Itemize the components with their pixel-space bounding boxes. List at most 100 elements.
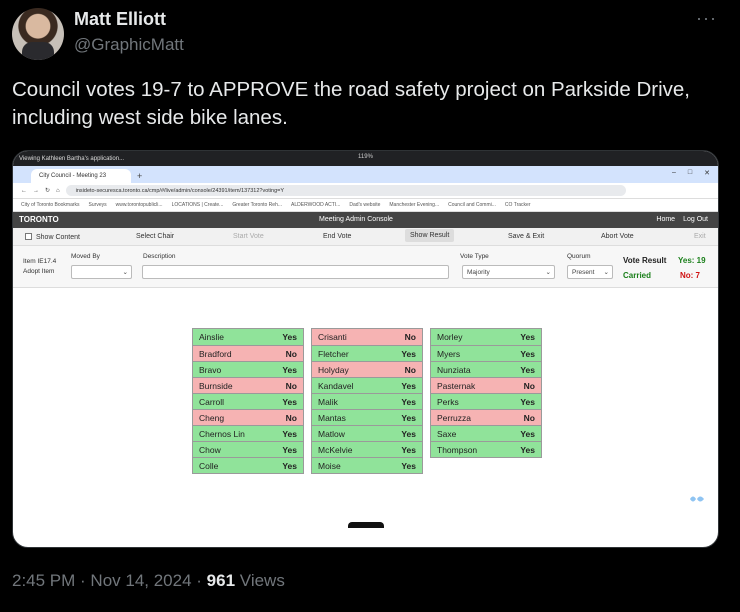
councillor-name: Carroll xyxy=(199,396,225,407)
vote-value: No xyxy=(523,412,535,423)
councillor-name: Bravo xyxy=(199,364,222,375)
vote-value: Yes xyxy=(520,332,535,342)
vote-value: Yes xyxy=(282,444,297,455)
save-exit-button[interactable]: Save & Exit xyxy=(508,233,544,240)
councillor-name: Cheng xyxy=(199,412,225,423)
item-action: Adopt Item xyxy=(23,268,55,275)
vote-value: No xyxy=(285,380,297,391)
start-vote-button[interactable]: Start Vote xyxy=(233,233,264,240)
logout-link[interactable]: Log Out xyxy=(683,216,708,223)
vote-row: Saxe Yes xyxy=(431,425,541,441)
vote-result-label: Vote Result xyxy=(623,256,667,265)
bookmark-item[interactable]: ALDERWOOD ACTI... xyxy=(291,202,340,208)
councillor-name: Fletcher xyxy=(318,348,349,359)
author-name[interactable]: Matt Elliott xyxy=(74,9,166,30)
bookmarks-bar: City of Toronto Bookmarks Surveys www.to… xyxy=(13,199,718,212)
bookmark-item[interactable]: CO Tracker xyxy=(505,202,531,208)
chevron-down-icon: ⌄ xyxy=(603,269,609,276)
bookmark-item[interactable]: Greater Toronto Reh... xyxy=(232,202,282,208)
vote-results-grid: Ainslie Yes Bradford No Bravo Yes Burnside No Ca… xyxy=(13,288,718,528)
councillor-name: Colle xyxy=(199,460,219,471)
vote-type-select[interactable]: Majority ⌄ xyxy=(462,265,555,279)
checkbox-icon[interactable] xyxy=(25,233,32,240)
chevron-down-icon: ⌄ xyxy=(122,269,128,276)
select-chair-button[interactable]: Select Chair xyxy=(136,233,174,240)
vote-row: Bravo Yes xyxy=(193,361,303,377)
councillor-name: Crisanti xyxy=(318,332,347,342)
bookmark-item[interactable]: Surveys xyxy=(89,202,107,208)
vote-value: Yes xyxy=(401,460,416,471)
description-field[interactable] xyxy=(142,265,449,279)
quorum-select[interactable]: Present ⌄ xyxy=(567,265,613,279)
window-controls: – □ ✕ xyxy=(672,169,710,177)
vote-value: Yes xyxy=(282,364,297,375)
vote-value: Yes xyxy=(401,412,416,423)
councillor-name: Mantas xyxy=(318,412,346,423)
vote-row: Burnside No xyxy=(193,377,303,393)
bookmark-item[interactable]: www.torontopublicli... xyxy=(116,202,163,208)
author-handle[interactable]: @GraphicMatt xyxy=(74,35,184,55)
assistant-widget-icon[interactable] xyxy=(689,494,705,504)
yes-count: Yes: 19 xyxy=(678,256,706,265)
vote-value: Yes xyxy=(520,396,535,407)
tweet-meta: 2:45 PM · Nov 14, 2024 · 961 Views xyxy=(12,571,285,591)
back-icon[interactable]: ← xyxy=(21,188,27,194)
councillor-name: Moise xyxy=(318,460,341,471)
vote-value: Yes xyxy=(520,428,535,439)
vote-value: Yes xyxy=(520,348,535,359)
vote-row: Ainslie Yes xyxy=(193,329,303,345)
moved-by-label: Moved By xyxy=(71,253,100,260)
bookmark-item[interactable]: LOCATIONS | Create... xyxy=(172,202,224,208)
bookmark-item[interactable]: City of Toronto Bookmarks xyxy=(21,202,80,208)
vote-row: Carroll Yes xyxy=(193,393,303,409)
councillor-name: Chernos Lin xyxy=(199,428,245,439)
vote-row: Fletcher Yes xyxy=(312,345,422,361)
councillor-name: Perruzza xyxy=(437,412,472,423)
chevron-down-icon: ⌄ xyxy=(545,269,551,276)
show-result-button[interactable]: Show Result xyxy=(405,229,455,242)
councillor-name: Matlow xyxy=(318,428,345,439)
vote-value: Yes xyxy=(401,444,416,455)
vote-row: Pasternak No xyxy=(431,377,541,393)
maximize-icon[interactable]: □ xyxy=(688,169,692,177)
councillor-name: Holyday xyxy=(318,364,349,375)
vote-value: Yes xyxy=(401,396,416,407)
home-icon[interactable]: ⌂ xyxy=(56,188,60,194)
new-tab-icon[interactable]: + xyxy=(137,171,142,181)
browser-tab[interactable]: City Council - Meeting 23 xyxy=(31,169,131,183)
avatar[interactable] xyxy=(12,8,64,60)
tweet-media[interactable]: Viewing Kathleen Bartha's application...… xyxy=(12,150,719,548)
scroll-handle[interactable] xyxy=(348,522,384,528)
vote-value: Yes xyxy=(282,428,297,439)
url-field[interactable]: insideto-securesca.toronto.ca/cmp/#/live… xyxy=(65,185,626,196)
vote-value: Yes xyxy=(401,428,416,439)
vote-row: Mantas Yes xyxy=(312,409,422,425)
vote-value: No xyxy=(285,348,297,359)
moved-by-select[interactable]: ⌄ xyxy=(71,265,132,279)
councillor-name: Ainslie xyxy=(199,332,225,342)
show-content-toggle[interactable]: Show Content xyxy=(25,233,80,241)
views-label: Views xyxy=(239,571,285,590)
exit-button[interactable]: Exit xyxy=(694,233,706,240)
more-options-icon[interactable]: ··· xyxy=(696,8,717,29)
reload-icon[interactable]: ↻ xyxy=(45,187,50,194)
vote-row: Bradford No xyxy=(193,345,303,361)
minimize-icon[interactable]: – xyxy=(672,169,676,177)
bookmark-item[interactable]: Council and Commi... xyxy=(448,202,496,208)
vote-row: Thompson Yes xyxy=(431,441,541,457)
home-link[interactable]: Home xyxy=(656,216,675,223)
councillor-name: Saxe xyxy=(437,428,457,439)
forward-icon[interactable]: → xyxy=(33,188,39,194)
abort-vote-button[interactable]: Abort Vote xyxy=(601,233,634,240)
bookmark-item[interactable]: Dad's website xyxy=(349,202,380,208)
vote-value: Yes xyxy=(520,364,535,375)
timestamp[interactable]: 2:45 PM · Nov 14, 2024 · xyxy=(12,571,202,590)
bookmark-item[interactable]: Manchester Evening... xyxy=(389,202,439,208)
toronto-logo: TORONTO xyxy=(19,215,59,224)
vote-value: No xyxy=(404,364,416,375)
vote-value: Yes xyxy=(282,460,297,471)
vote-type-label: Vote Type xyxy=(460,253,489,260)
close-icon[interactable]: ✕ xyxy=(704,169,710,177)
councillor-name: Myers xyxy=(437,348,461,359)
end-vote-button[interactable]: End Vote xyxy=(323,233,351,240)
